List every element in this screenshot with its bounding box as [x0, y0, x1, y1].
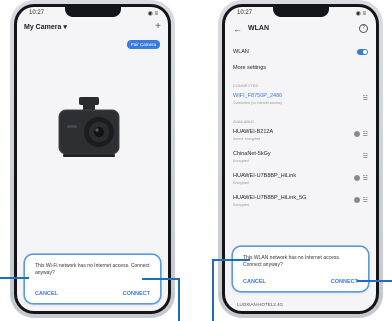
dialog-buttons: CANCEL CONNECT — [35, 291, 150, 297]
help-icon[interactable]: ? — [359, 24, 368, 33]
app-title: My Camera — [24, 24, 62, 31]
wlan-header: ← WLAN ? — [233, 24, 368, 33]
network-name: HUAWEI-U7B8BP_HiLink_5G — [233, 195, 307, 201]
dialog-message: This WLAN network has no Internet access… — [243, 255, 341, 268]
left-phone-mockup: 10:27 ◉ ≡ My Camera ▾ + Pair Camera This… — [10, 0, 175, 318]
network-row[interactable]: HUAWEI-B212A Saved, encrypted ☱ — [233, 127, 368, 147]
phone-notch — [272, 7, 329, 17]
cancel-button[interactable]: CANCEL — [243, 279, 266, 285]
network-status: Encrypted — [233, 181, 249, 185]
dialog-message: This Wi-Fi network has no Internet acces… — [35, 263, 150, 276]
back-arrow-icon[interactable]: ← — [233, 24, 242, 33]
network-icons: ☱ — [353, 175, 368, 182]
network-row[interactable]: HUAWEI-U7B8BP_HiLink Encrypted ☱ — [233, 171, 368, 191]
more-settings-label: More settings — [233, 65, 267, 71]
dialog-buttons: CANCEL CONNECT — [243, 279, 358, 285]
add-icon[interactable]: + — [155, 22, 161, 32]
callout-line-cancel-right-vertical — [212, 259, 214, 321]
callout-line-connect-left — [142, 278, 180, 280]
available-section-label: AVAILABLE — [233, 119, 254, 124]
connected-network-row[interactable]: WIFI_F8750P_2486 Connected (no Internet … — [233, 91, 368, 111]
pair-camera-button[interactable]: Pair Camera — [126, 40, 160, 49]
right-phone-mockup: 10:27 ◉ ≡ ← WLAN ? WLAN More settings CO… — [218, 0, 383, 318]
no-internet-dialog: This Wi-Fi network has no Internet acces… — [25, 255, 160, 303]
network-row[interactable]: ChinaNet-5kGy Encrypted ☱ — [233, 149, 368, 169]
chevron-down-icon: ▾ — [63, 24, 67, 31]
camera-selector[interactable]: My Camera ▾ — [24, 23, 67, 31]
more-settings-row[interactable]: More settings — [233, 65, 368, 71]
phone-notch — [64, 7, 121, 17]
callout-line-cancel-left — [0, 277, 29, 279]
network-status: Connected (no Internet access) — [233, 101, 282, 105]
right-phone-screen: 10:27 ◉ ≡ ← WLAN ? WLAN More settings CO… — [225, 7, 376, 311]
connected-section-label: CONNECTED — [233, 83, 259, 88]
network-status: Encrypted — [233, 203, 249, 207]
status-icons: ◉ ≡ — [355, 11, 366, 17]
network-status: Encrypted — [233, 159, 249, 163]
settings-icon[interactable] — [353, 131, 360, 137]
network-name: WIFI_F8750P_2486 — [233, 93, 283, 99]
wifi-lock-icon: ☱ — [362, 154, 368, 160]
status-time: 10:27 — [237, 10, 253, 16]
status-time: 10:27 — [29, 10, 45, 16]
callout-line-cancel-right — [212, 259, 250, 261]
left-phone-screen: 10:27 ◉ ≡ My Camera ▾ + Pair Camera This… — [17, 7, 168, 311]
network-status: Saved, encrypted — [233, 137, 261, 141]
dashcam-icon — [58, 97, 120, 157]
app-header: My Camera ▾ + — [24, 22, 161, 32]
wifi-lock-icon: ☱ — [362, 198, 368, 204]
wlan-toggle-switch[interactable] — [357, 49, 368, 55]
settings-icon[interactable] — [353, 197, 360, 203]
wifi-icon: ☱ — [362, 96, 368, 102]
cancel-button[interactable]: CANCEL — [35, 291, 58, 297]
connect-button[interactable]: CONNECT — [123, 291, 150, 297]
no-internet-dialog: This WLAN network has no Internet access… — [233, 247, 368, 291]
wifi-lock-icon: ☱ — [362, 132, 368, 138]
connect-button[interactable]: CONNECT — [331, 279, 358, 285]
callout-line-connect-right — [357, 280, 392, 282]
network-row[interactable]: HUAWEI-U7B8BP_HiLink_5G Encrypted ☱ — [233, 193, 368, 213]
network-name: HUAWEI-B212A — [233, 129, 274, 135]
network-icons: ☱ — [353, 131, 368, 138]
network-name: HUAWEI-U7B8BP_HiLink — [233, 173, 297, 179]
network-name: LUOXIAN-HOTEL2.4G — [237, 302, 284, 307]
status-icons: ◉ ≡ — [147, 11, 158, 17]
callout-line-connect-left-vertical — [178, 278, 180, 321]
wlan-toggle-row[interactable]: WLAN — [233, 49, 368, 55]
wlan-toggle-label: WLAN — [233, 49, 249, 55]
wifi-lock-icon: ☱ — [362, 176, 368, 182]
network-icons: ☱ — [353, 197, 368, 204]
network-name: ChinaNet-5kGy — [233, 151, 271, 157]
settings-icon[interactable] — [353, 175, 360, 181]
page-title: WLAN — [248, 25, 269, 32]
